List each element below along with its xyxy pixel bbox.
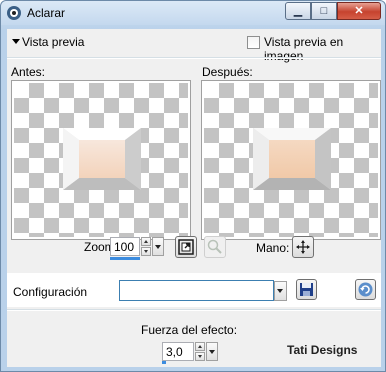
effect-strength-dropdown-button[interactable]: [206, 342, 218, 361]
window-title: Aclarar: [27, 6, 66, 20]
floppy-disk-icon: [300, 283, 313, 296]
pan-label: Mano:: [256, 241, 290, 255]
reset-arrow-icon: [358, 282, 373, 297]
move-cross-icon: [296, 240, 310, 254]
effect-strength-slider[interactable]: [162, 361, 166, 364]
spin-down-icon[interactable]: [195, 352, 205, 361]
spin-down-icon[interactable]: [141, 247, 151, 256]
before-label: Antes:: [11, 65, 46, 79]
fit-window-button[interactable]: [175, 236, 197, 258]
chevron-down-icon: [12, 39, 20, 44]
fit-window-icon: [178, 239, 194, 255]
title-bar[interactable]: Aclarar ▁ □ ✕: [1, 1, 385, 25]
zoom-dropdown-button[interactable]: [152, 237, 164, 256]
bevel-shape: [253, 128, 331, 190]
after-label: Después:: [202, 65, 253, 79]
settings-dropdown-button[interactable]: [274, 281, 287, 301]
minimize-button[interactable]: ▁: [285, 2, 311, 20]
zoom-input[interactable]: 100: [110, 237, 140, 256]
bevel-shape: [63, 128, 141, 190]
spin-up-icon[interactable]: [141, 237, 151, 246]
close-button[interactable]: ✕: [337, 2, 381, 20]
settings-label: Configuración: [13, 285, 88, 299]
reset-button[interactable]: [355, 279, 376, 300]
maximize-button[interactable]: □: [311, 2, 337, 20]
pan-button[interactable]: [292, 236, 314, 258]
save-settings-button[interactable]: [296, 279, 317, 300]
before-preview[interactable]: [11, 80, 191, 240]
app-icon: [7, 6, 21, 20]
magnifier-icon: [207, 239, 222, 254]
spin-up-icon[interactable]: [195, 342, 205, 351]
preview-on-image-checkbox[interactable]: [247, 36, 260, 49]
effect-strength-input[interactable]: 3,0: [162, 342, 194, 361]
preview-toggle[interactable]: Vista previa: [12, 35, 84, 49]
zoom-spinner[interactable]: [141, 237, 151, 256]
credit-text: Tati Designs: [287, 343, 358, 357]
divider: [7, 57, 381, 59]
dialog-window: Aclarar ▁ □ ✕ Vista previa Vista previa …: [0, 0, 386, 372]
effect-strength-spinner[interactable]: [195, 342, 205, 361]
dialog-content: Vista previa Vista previa en imagen Ante…: [7, 29, 381, 367]
divider: [7, 309, 381, 311]
effect-strength-label: Fuerza del efecto:: [141, 323, 238, 337]
after-preview[interactable]: [201, 80, 381, 240]
zoom-slider[interactable]: [110, 257, 140, 260]
preview-toggle-label: Vista previa: [22, 35, 85, 49]
settings-combobox[interactable]: [119, 280, 274, 301]
zoom-tool-button[interactable]: [204, 236, 226, 258]
